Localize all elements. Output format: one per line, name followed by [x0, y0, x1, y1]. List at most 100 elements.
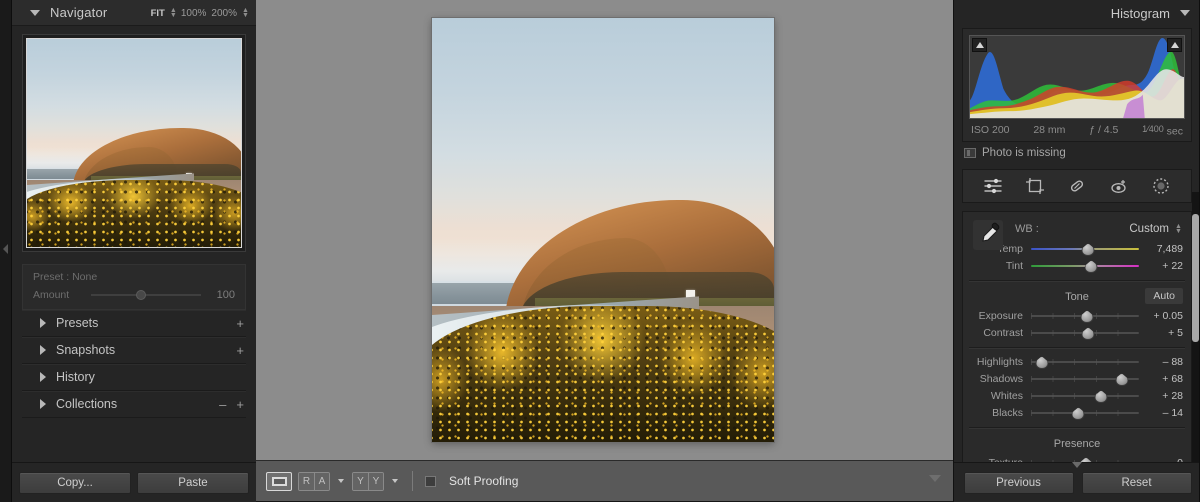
shadow-clipping-indicator[interactable]	[972, 38, 987, 52]
exposure-slider-row[interactable]: Exposure + 0.05	[963, 308, 1191, 324]
fit-stepper-icon[interactable]: ▲ ▼	[170, 7, 177, 19]
whites-slider-knob[interactable]	[1094, 389, 1107, 402]
right-panel-scrollbar[interactable]	[1192, 192, 1199, 472]
shutter-denominator: 400	[1148, 124, 1164, 134]
plus-icon[interactable]: +	[236, 397, 244, 412]
whites-slider-row[interactable]: Whites + 28	[963, 388, 1191, 404]
triangle-down-icon[interactable]	[1180, 10, 1190, 16]
right-panel-collapse-arrow-icon[interactable]	[1072, 462, 1082, 468]
loupe-view-icon[interactable]	[266, 471, 292, 491]
amount-slider[interactable]	[91, 290, 201, 300]
right-panel-scrollbar-thumb[interactable]	[1192, 214, 1199, 342]
soft-proofing-label[interactable]: Soft Proofing	[449, 474, 518, 488]
sidebar-item-collections[interactable]: Collections – +	[22, 391, 246, 418]
previous-button[interactable]: Previous	[963, 471, 1074, 494]
focal-length-value: 28 mm	[1033, 124, 1066, 136]
compare-dropdown-icon[interactable]	[392, 479, 398, 483]
zoom-level-200[interactable]: 200%	[211, 8, 237, 19]
eyedropper-icon[interactable]	[973, 220, 1003, 251]
before-after-dropdown-icon[interactable]	[338, 479, 344, 483]
plus-icon[interactable]: +	[236, 343, 244, 358]
zoom-level-fit[interactable]: FIT	[151, 8, 165, 19]
wb-label: WB :	[1015, 223, 1039, 236]
contrast-slider[interactable]	[1031, 327, 1139, 339]
main-photo[interactable]	[432, 18, 774, 442]
triangle-right-icon[interactable]	[40, 345, 46, 355]
auto-tone-button[interactable]: Auto	[1145, 288, 1183, 305]
plus-icon[interactable]: +	[236, 316, 244, 331]
blacks-slider[interactable]	[1031, 407, 1139, 419]
highlights-slider-knob[interactable]	[1034, 355, 1047, 368]
left-panel-collapse-strip[interactable]	[0, 0, 12, 502]
exposure-value: + 0.05	[1153, 310, 1184, 323]
tone-section-header: Tone Auto	[963, 287, 1191, 307]
shutter-speed-value: 1⁄400 sec	[1142, 124, 1183, 137]
landscape-photo-thumbnail	[27, 39, 241, 247]
before-after-button[interactable]: R A	[298, 471, 330, 491]
shadows-slider-row[interactable]: Shadows + 68	[963, 371, 1191, 387]
triangle-right-icon[interactable]	[40, 399, 46, 409]
photo-missing-status[interactable]: Photo is missing	[964, 147, 1190, 159]
crop-overlay-icon[interactable]	[1025, 176, 1045, 196]
compare-view-button[interactable]: Y Y	[352, 471, 384, 491]
soft-proofing-checkbox[interactable]	[425, 475, 436, 487]
whites-label: Whites	[990, 390, 1023, 403]
snapshots-actions: +	[236, 337, 244, 364]
triangle-down-icon[interactable]	[30, 9, 40, 16]
navigator-thumbnail[interactable]	[26, 38, 242, 248]
lightroom-develop-window: Navigator FIT ▲ ▼ 100% 200% ▲ ▼ Preset:…	[0, 0, 1200, 502]
triangle-right-icon[interactable]	[40, 318, 46, 328]
minus-icon[interactable]: –	[219, 397, 226, 412]
masking-icon[interactable]	[1151, 176, 1171, 196]
highlights-slider-row[interactable]: Highlights – 88	[963, 354, 1191, 370]
temp-value: 7,489	[1156, 243, 1183, 256]
highlights-slider[interactable]	[1031, 356, 1139, 368]
photo-missing-label: Photo is missing	[982, 147, 1066, 160]
shadows-slider-knob[interactable]	[1114, 372, 1127, 385]
iso-value: ISO 200	[971, 124, 1010, 136]
tint-slider-row[interactable]: Tint + 22	[963, 258, 1191, 274]
wb-stepper-icon[interactable]: ▲ ▼	[1175, 223, 1182, 235]
reset-button[interactable]: Reset	[1081, 471, 1192, 494]
navigator-header[interactable]: Navigator FIT ▲ ▼ 100% 200% ▲ ▼	[12, 0, 256, 26]
histogram-header[interactable]: Histogram	[954, 0, 1200, 26]
zoom-level-100[interactable]: 100%	[181, 8, 207, 19]
zoom-stepper-icon[interactable]: ▲ ▼	[242, 7, 249, 19]
exposure-slider[interactable]	[1031, 310, 1139, 322]
sidebar-item-snapshots[interactable]: Snapshots +	[22, 337, 246, 364]
temp-slider[interactable]	[1031, 243, 1139, 255]
contrast-slider-row[interactable]: Contrast + 5	[963, 325, 1191, 341]
copy-button[interactable]: Copy...	[19, 471, 131, 494]
whites-value: + 28	[1162, 390, 1183, 403]
image-canvas[interactable]	[256, 0, 953, 460]
red-eye-correction-icon[interactable]	[1109, 176, 1129, 196]
highlights-value: – 88	[1162, 356, 1183, 369]
contrast-slider-knob[interactable]	[1081, 326, 1094, 339]
navigator-preview-frame[interactable]	[22, 34, 246, 252]
amount-slider-knob[interactable]	[135, 290, 146, 300]
gorse-flower-texture	[27, 180, 241, 247]
shadows-slider[interactable]	[1031, 373, 1139, 385]
blacks-slider-row[interactable]: Blacks – 14	[963, 405, 1191, 421]
tint-slider[interactable]	[1031, 260, 1139, 272]
missing-photo-icon[interactable]	[964, 148, 976, 159]
basic-adjustments-icon[interactable]	[983, 176, 1003, 196]
highlight-clipping-indicator[interactable]	[1167, 38, 1182, 52]
wb-preset-selector[interactable]: Custom ▲ ▼	[1129, 223, 1182, 235]
triangle-right-icon[interactable]	[40, 372, 46, 382]
gorse-flower-texture	[432, 306, 774, 442]
sidebar-item-history[interactable]: History	[22, 364, 246, 391]
left-panel: Navigator FIT ▲ ▼ 100% 200% ▲ ▼ Preset:…	[0, 0, 256, 502]
whites-slider[interactable]	[1031, 390, 1139, 402]
histogram-title: Histogram	[1110, 5, 1170, 21]
left-panel-collapse-arrow-icon[interactable]	[3, 244, 8, 254]
toolbar-options-dropdown-icon[interactable]	[929, 475, 941, 482]
exposure-slider-knob[interactable]	[1080, 309, 1093, 322]
blacks-slider-knob[interactable]	[1071, 406, 1084, 419]
tint-slider-knob[interactable]	[1084, 259, 1097, 272]
spot-removal-icon[interactable]	[1067, 176, 1087, 196]
sidebar-item-presets[interactable]: Presets +	[22, 310, 246, 337]
histogram-graph[interactable]	[969, 35, 1185, 119]
temp-slider-knob[interactable]	[1081, 242, 1094, 255]
paste-button[interactable]: Paste	[137, 471, 249, 494]
